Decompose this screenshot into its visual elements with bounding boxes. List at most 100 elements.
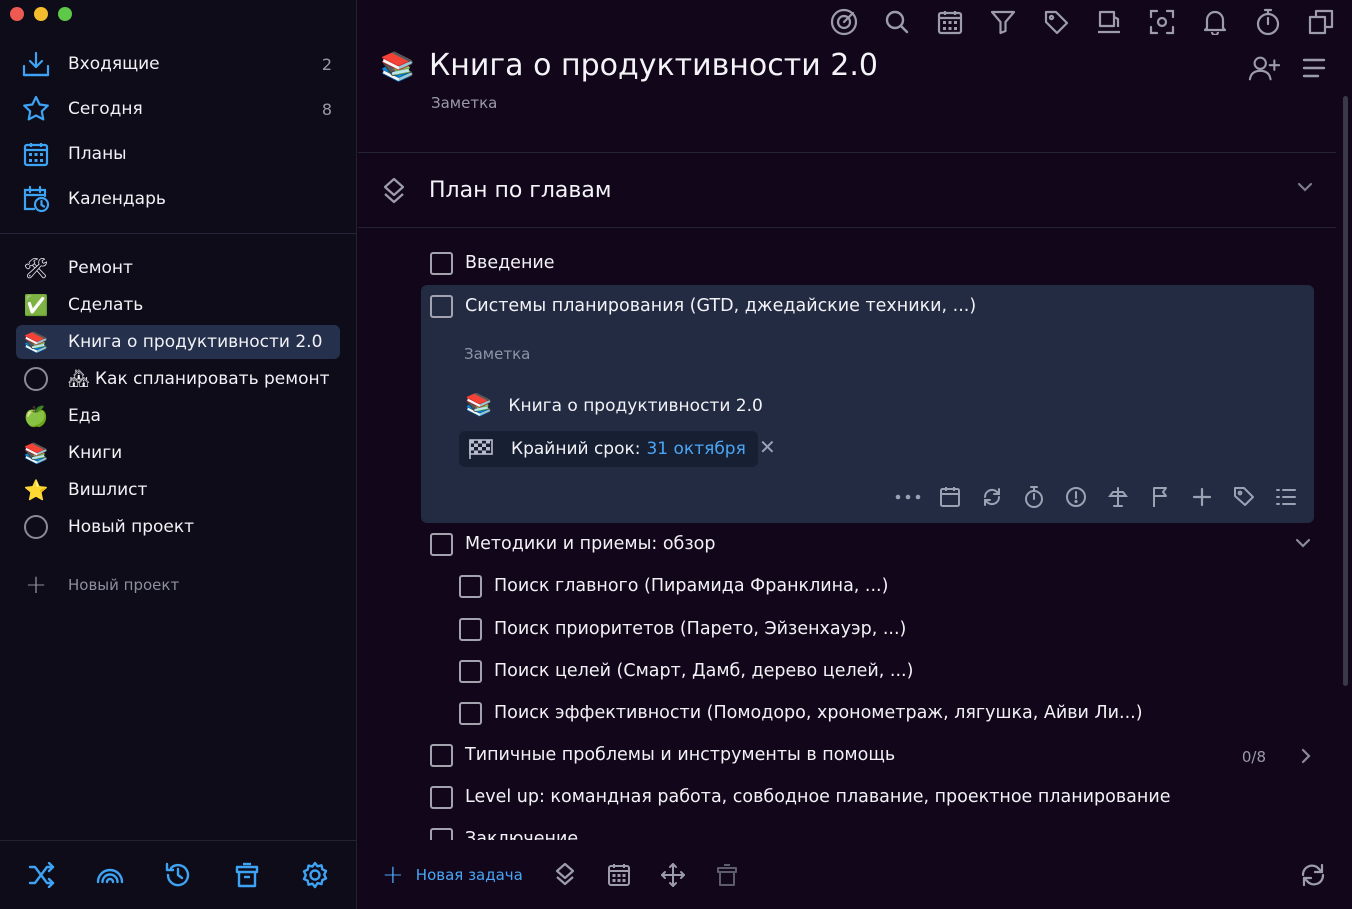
plus-icon: + bbox=[25, 570, 47, 600]
nav-count: 8 bbox=[321, 99, 332, 119]
settings-gear-icon[interactable] bbox=[298, 858, 332, 892]
task-checkbox[interactable] bbox=[430, 743, 453, 767]
bell-icon[interactable] bbox=[1199, 6, 1230, 37]
task-checkbox[interactable] bbox=[430, 251, 453, 275]
chevron-down-icon[interactable] bbox=[1296, 181, 1314, 193]
calendar-icon[interactable] bbox=[936, 483, 964, 511]
project-label: Новый проект bbox=[68, 517, 195, 537]
task-row[interactable]: Методики и приемы: обзор bbox=[430, 529, 715, 559]
task-title: Методики и приемы: обзор bbox=[465, 534, 716, 554]
note-edit-icon[interactable] bbox=[1093, 6, 1124, 37]
project-item[interactable]: ⭐ Вишлист bbox=[16, 473, 340, 507]
close-icon[interactable]: ✕ bbox=[759, 435, 776, 459]
project-item[interactable]: 📚 Книги bbox=[16, 436, 340, 470]
more-dots-icon[interactable] bbox=[894, 483, 922, 511]
tag-icon[interactable] bbox=[1230, 483, 1258, 511]
sync-icon[interactable] bbox=[1298, 860, 1328, 890]
repeat-icon[interactable] bbox=[978, 483, 1006, 511]
task-title: Поиск эффективности (Помодоро, хронометр… bbox=[494, 703, 1143, 723]
task-title: Типичные проблемы и инструменты в помощь bbox=[465, 745, 896, 765]
plus-icon: + bbox=[382, 860, 404, 890]
task-checkbox[interactable] bbox=[430, 785, 453, 809]
menu-lines-icon[interactable] bbox=[1298, 52, 1330, 84]
project-item[interactable]: 🏘 Как спланировать ремонт bbox=[16, 362, 340, 396]
page-note-placeholder[interactable]: Заметка bbox=[431, 94, 497, 112]
shuffle-icon[interactable] bbox=[25, 858, 59, 892]
project-label: Еда bbox=[68, 406, 101, 426]
page-title[interactable]: Книга о продуктивности 2.0 bbox=[429, 48, 878, 83]
chevron-down-icon[interactable] bbox=[1294, 537, 1312, 549]
task-checkbox[interactable] bbox=[430, 532, 453, 556]
copy-windows-icon[interactable] bbox=[1305, 6, 1336, 37]
focus-frame-icon[interactable] bbox=[1146, 6, 1177, 37]
project-link[interactable]: 📚 Книга о продуктивности 2.0 bbox=[465, 393, 763, 418]
filter-icon[interactable] bbox=[987, 6, 1018, 37]
task-note-placeholder[interactable]: Заметка bbox=[464, 345, 530, 363]
nav-label: Планы bbox=[68, 144, 127, 164]
subtask-row[interactable]: Поиск главного (Пирамида Франклина, ...) bbox=[459, 571, 888, 601]
section-header[interactable]: План по главам bbox=[358, 152, 1336, 228]
deadline-date[interactable]: 31 октября bbox=[646, 439, 745, 459]
minimize-window-button[interactable] bbox=[34, 7, 48, 21]
calendar-grid-icon[interactable] bbox=[934, 6, 965, 37]
task-checkbox[interactable] bbox=[459, 617, 482, 641]
task-row[interactable]: Введение bbox=[430, 248, 555, 278]
section-diamond-icon[interactable] bbox=[550, 860, 580, 890]
task-checkbox[interactable] bbox=[459, 659, 482, 683]
task-row[interactable]: Системы планирования (GTD, джедайские те… bbox=[430, 291, 976, 321]
project-item[interactable]: Новый проект bbox=[16, 510, 340, 544]
wireless-icon[interactable] bbox=[93, 858, 127, 892]
task-row[interactable]: Типичные проблемы и инструменты в помощь bbox=[430, 740, 895, 770]
search-icon[interactable] bbox=[881, 6, 912, 37]
books-icon: 📚 bbox=[465, 393, 493, 418]
close-window-button[interactable] bbox=[10, 7, 24, 21]
add-user-icon[interactable] bbox=[1248, 52, 1280, 84]
nav-item-calendar[interactable]: Календарь bbox=[20, 181, 340, 217]
nav-item-today[interactable]: Сегодня 8 bbox=[20, 91, 340, 127]
task-row[interactable]: Level up: командная работа, совбодное пл… bbox=[430, 782, 1170, 812]
task-checkbox[interactable] bbox=[459, 701, 482, 725]
task-title: Введение bbox=[465, 253, 555, 273]
subtask-row[interactable]: Поиск эффективности (Помодоро, хронометр… bbox=[459, 698, 1143, 728]
books-icon: 📚 bbox=[380, 50, 415, 83]
project-item[interactable]: 🍏 Еда bbox=[16, 399, 340, 433]
task-checkbox[interactable] bbox=[459, 574, 482, 598]
project-item[interactable]: 🛠 Ремонт bbox=[16, 251, 340, 285]
nav-item-inbox[interactable]: Входящие 2 bbox=[20, 46, 340, 82]
chevron-right-icon[interactable] bbox=[1300, 747, 1312, 765]
move-arrows-icon[interactable] bbox=[658, 860, 688, 890]
task-title: Системы планирования (GTD, джедайские те… bbox=[465, 296, 977, 316]
trash-icon[interactable] bbox=[712, 860, 742, 890]
timer-icon[interactable] bbox=[1020, 483, 1048, 511]
project-label: Сделать bbox=[68, 295, 144, 315]
focus-radar-icon[interactable] bbox=[828, 6, 859, 37]
plus-icon[interactable] bbox=[1188, 483, 1216, 511]
inbox-icon bbox=[20, 48, 52, 80]
calendar-grid-icon[interactable] bbox=[604, 860, 634, 890]
scrollbar[interactable] bbox=[1343, 96, 1348, 686]
road-sign-icon[interactable] bbox=[1104, 483, 1132, 511]
subtask-row[interactable]: Поиск целей (Смарт, Дамб, дерево целей, … bbox=[459, 656, 913, 686]
new-task-button[interactable]: + Новая задача bbox=[382, 860, 523, 890]
project-item[interactable]: ✅ Сделать bbox=[16, 288, 340, 322]
project-label: Вишлист bbox=[68, 480, 148, 500]
tag-icon[interactable] bbox=[1040, 6, 1071, 37]
nav-item-plans[interactable]: Планы bbox=[20, 136, 340, 172]
trash-icon[interactable] bbox=[230, 858, 264, 892]
project-label: 🏘 Как спланировать ремонт bbox=[68, 369, 330, 389]
flag-icon[interactable] bbox=[1146, 483, 1174, 511]
project-item-selected[interactable]: 📚 Книга о продуктивности 2.0 bbox=[16, 325, 340, 359]
deadline-chip[interactable]: Крайний срок: 31 октября bbox=[459, 431, 758, 467]
task-checkbox[interactable] bbox=[430, 294, 453, 318]
subtask-row[interactable]: Поиск приоритетов (Парето, Эйзенхауэр, .… bbox=[459, 614, 906, 644]
priority-icon[interactable] bbox=[1062, 483, 1090, 511]
zoom-window-button[interactable] bbox=[58, 7, 72, 21]
page-header-actions bbox=[1248, 52, 1330, 84]
project-label: Ремонт bbox=[68, 258, 133, 278]
history-icon[interactable] bbox=[161, 858, 195, 892]
top-toolbar bbox=[828, 6, 1336, 37]
checklist-icon[interactable] bbox=[1272, 483, 1300, 511]
new-project-button[interactable]: + Новый проект bbox=[22, 572, 179, 598]
stopwatch-icon[interactable] bbox=[1252, 6, 1283, 37]
bottom-toolbar: + Новая задача bbox=[358, 840, 1352, 909]
